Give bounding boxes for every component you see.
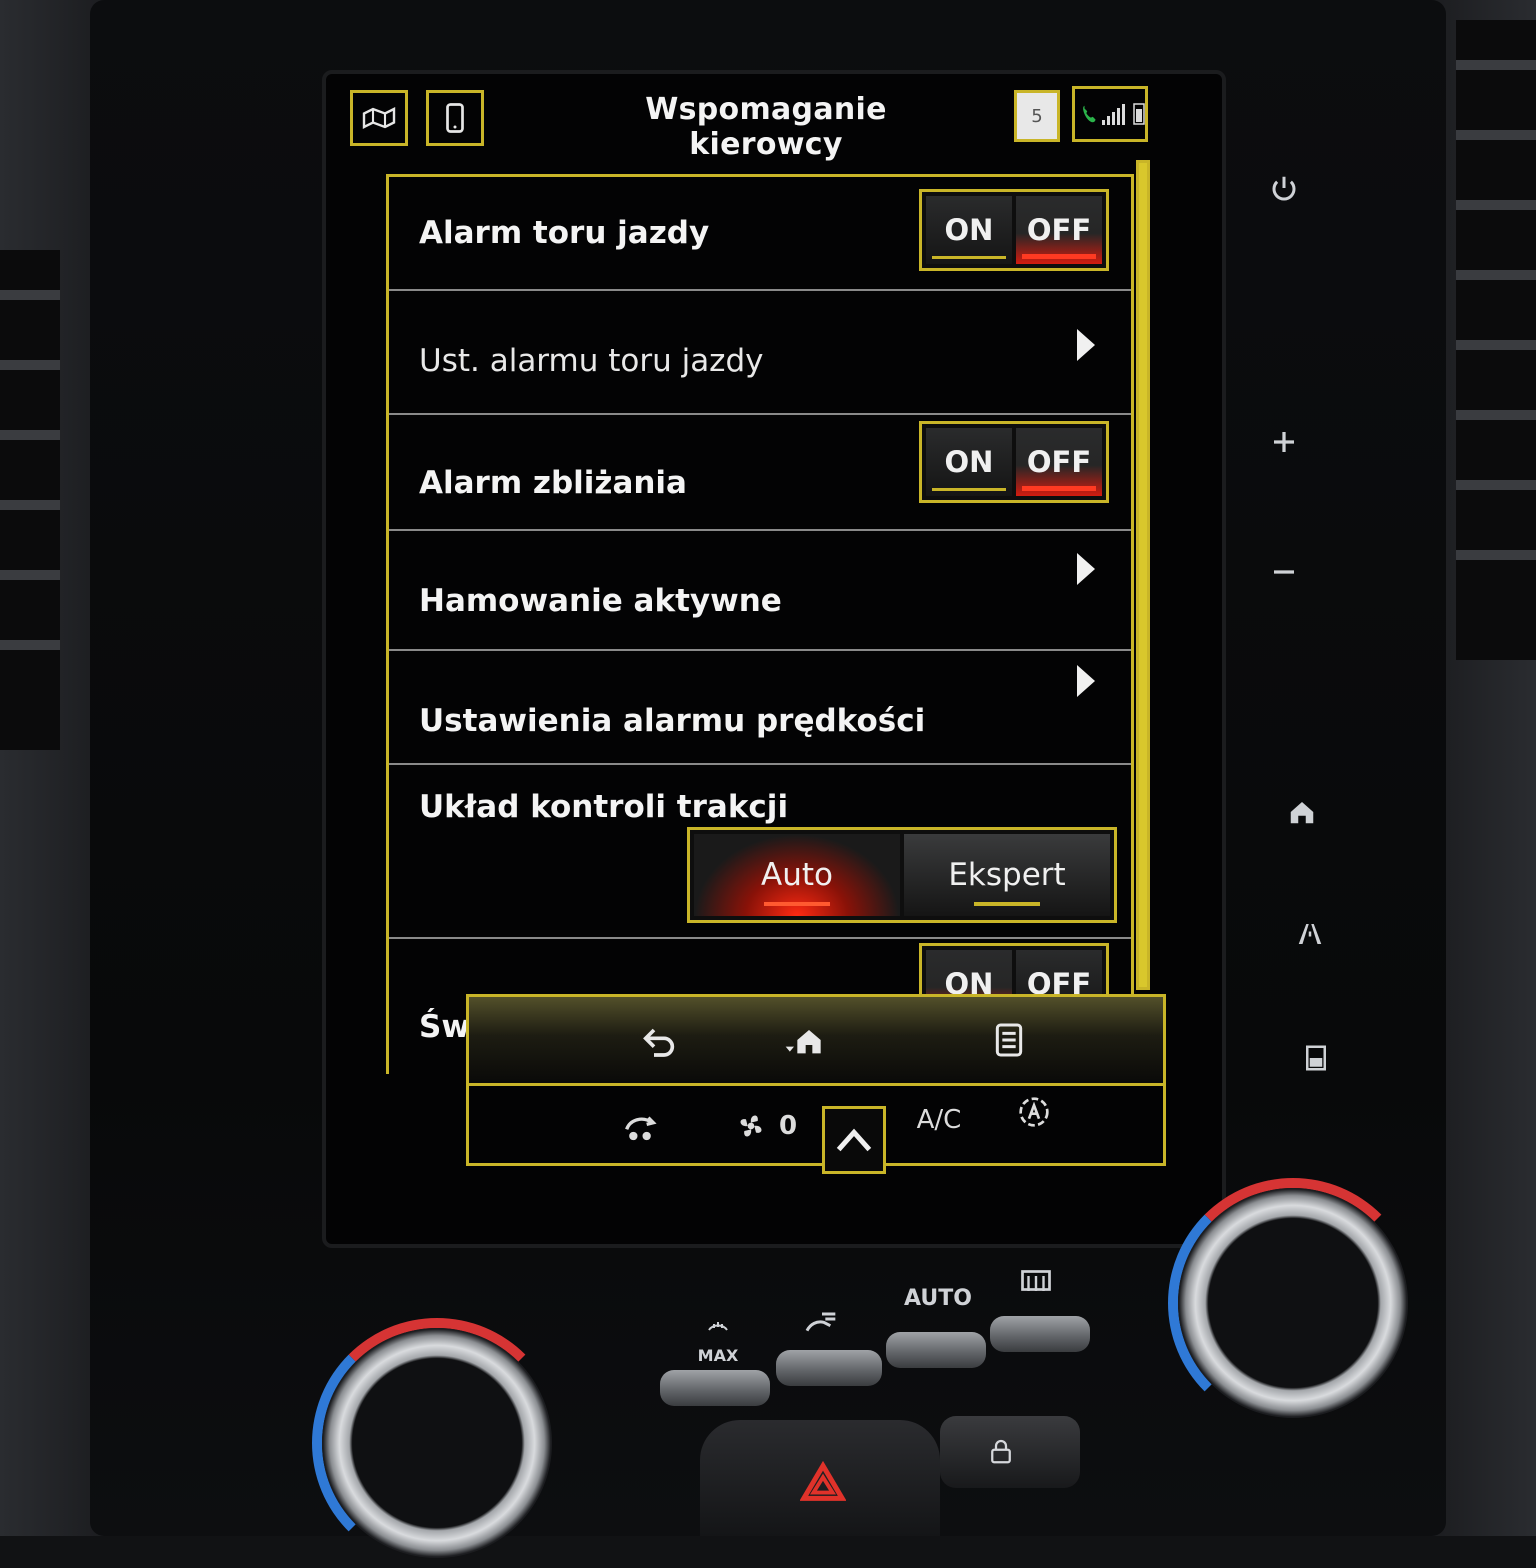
air-direction-button[interactable] <box>776 1350 882 1386</box>
settings-list: Alarm toru jazdy ON OFF Ust. alarmu toru… <box>386 174 1134 1074</box>
active-braking-label: Hamowanie aktywne <box>419 583 782 619</box>
lane-alarm-on-option[interactable]: ON <box>926 196 1012 264</box>
volume-down-button[interactable] <box>1262 550 1306 594</box>
list-item-traction-control[interactable]: Układ kontroli trakcji Auto Ekspert <box>389 765 1131 939</box>
battery-icon <box>1133 103 1145 125</box>
screen-off-hw-button[interactable] <box>1294 1036 1338 1080</box>
power-button[interactable] <box>1262 166 1306 210</box>
traction-control-label: Układ kontroli trakcji <box>419 789 789 825</box>
lane-alarm-toggle[interactable]: ON OFF <box>919 189 1109 271</box>
screen-icon <box>1306 1045 1326 1071</box>
left-air-vent <box>0 250 60 750</box>
air-recirculation-button[interactable] <box>605 1094 675 1158</box>
rear-defrost-icon <box>1016 1264 1056 1304</box>
traction-expert-option[interactable]: Ekspert <box>904 834 1110 916</box>
shortcut-bar <box>466 994 1166 1086</box>
lane-road-icon <box>1298 924 1322 944</box>
phone-call-icon <box>1083 105 1096 123</box>
approach-alarm-on-option[interactable]: ON <box>926 428 1012 496</box>
approach-alarm-label: Alarm zbliżania <box>419 465 687 501</box>
hazard-triangle-icon <box>800 1460 846 1501</box>
list-item-approach-alarm[interactable]: Alarm zbliżania ON OFF <box>389 415 1131 531</box>
right-air-vent <box>1456 20 1536 660</box>
scrollbar-thumb[interactable] <box>1139 163 1147 987</box>
expand-climate-button[interactable] <box>822 1106 886 1174</box>
home-icon <box>1290 802 1314 824</box>
hazard-button[interactable] <box>700 1420 940 1536</box>
lock-icon <box>991 1439 1011 1464</box>
max-defrost-label: MAX <box>690 1316 746 1365</box>
chevron-up-icon <box>836 1128 872 1152</box>
left-temperature-knob[interactable] <box>322 1328 552 1558</box>
right-temperature-knob[interactable] <box>1178 1188 1408 1418</box>
power-icon <box>1272 176 1296 201</box>
lane-alarm-settings-label: Ust. alarmu toru jazdy <box>419 343 764 379</box>
volume-up-button[interactable] <box>1262 420 1306 464</box>
list-item-lane-alarm[interactable]: Alarm toru jazdy ON OFF <box>389 177 1131 291</box>
driving-assist-hw-button[interactable] <box>1288 912 1332 956</box>
chevron-right-icon <box>1077 553 1095 585</box>
fan-speed-value: 0 <box>778 1111 798 1141</box>
chevron-right-icon <box>1077 329 1095 361</box>
home-icon <box>785 1030 821 1054</box>
signal-bars-icon <box>1102 104 1125 125</box>
list-item-active-braking[interactable]: Hamowanie aktywne <box>389 531 1131 651</box>
traction-auto-option[interactable]: Auto <box>694 834 900 916</box>
approach-alarm-off-option[interactable]: OFF <box>1016 428 1102 496</box>
defrost-button[interactable] <box>660 1370 770 1406</box>
scrollbar[interactable] <box>1136 160 1150 990</box>
auto-climate-icon <box>1019 1097 1049 1127</box>
back-button[interactable] <box>609 997 709 1083</box>
minus-icon <box>1274 570 1294 574</box>
list-item-lane-alarm-settings[interactable]: Ust. alarmu toru jazdy <box>389 291 1131 415</box>
phone-device-button[interactable] <box>426 90 484 146</box>
fan-icon <box>740 1115 762 1137</box>
home-hw-button[interactable] <box>1280 790 1324 834</box>
approach-alarm-toggle[interactable]: ON OFF <box>919 421 1109 503</box>
windshield-defrost-icon <box>708 1322 728 1331</box>
list-icon <box>995 1023 1023 1057</box>
status-bar: Wspomaganie kierowcy 5 <box>326 74 1222 162</box>
notification-badge[interactable]: 5 <box>1014 90 1060 142</box>
ac-button[interactable]: A/C <box>899 1088 979 1152</box>
infotainment-screen: Wspomaganie kierowcy 5 Alarm toru jazdy … <box>322 70 1226 1248</box>
central-lock-button[interactable] <box>940 1416 1080 1488</box>
climate-bar: 0 A/C <box>466 1086 1166 1166</box>
list-item-speed-alarm-settings[interactable]: Ustawienia alarmu prędkości <box>389 651 1131 765</box>
phone-device-icon <box>446 103 464 133</box>
auto-climate-hw-button[interactable] <box>886 1332 986 1368</box>
back-arrow-icon <box>643 1028 675 1057</box>
traction-control-toggle[interactable]: Auto Ekspert <box>687 827 1117 923</box>
fan-speed-control[interactable]: 0 <box>709 1094 819 1158</box>
map-button[interactable] <box>350 90 408 146</box>
rear-defrost-button[interactable] <box>990 1316 1090 1352</box>
auto-climate-button[interactable] <box>999 1080 1069 1144</box>
page-title: Wspomaganie kierowcy <box>645 92 887 162</box>
plus-icon <box>1274 432 1294 452</box>
map-icon <box>362 107 396 129</box>
lane-alarm-label: Alarm toru jazdy <box>419 215 710 251</box>
air-flow-to-body-icon <box>796 1304 848 1348</box>
chevron-right-icon <box>1077 665 1095 697</box>
speed-alarm-settings-label: Ustawienia alarmu prędkości <box>419 703 926 739</box>
lane-alarm-off-option[interactable]: OFF <box>1016 196 1102 264</box>
auto-climate-label: AUTO <box>904 1286 972 1311</box>
max-label: MAX <box>697 1346 739 1365</box>
home-menu-button[interactable] <box>769 997 839 1083</box>
air-recirculation-icon <box>625 1116 657 1141</box>
connectivity-status <box>1072 86 1148 142</box>
list-menu-button[interactable] <box>969 997 1049 1083</box>
